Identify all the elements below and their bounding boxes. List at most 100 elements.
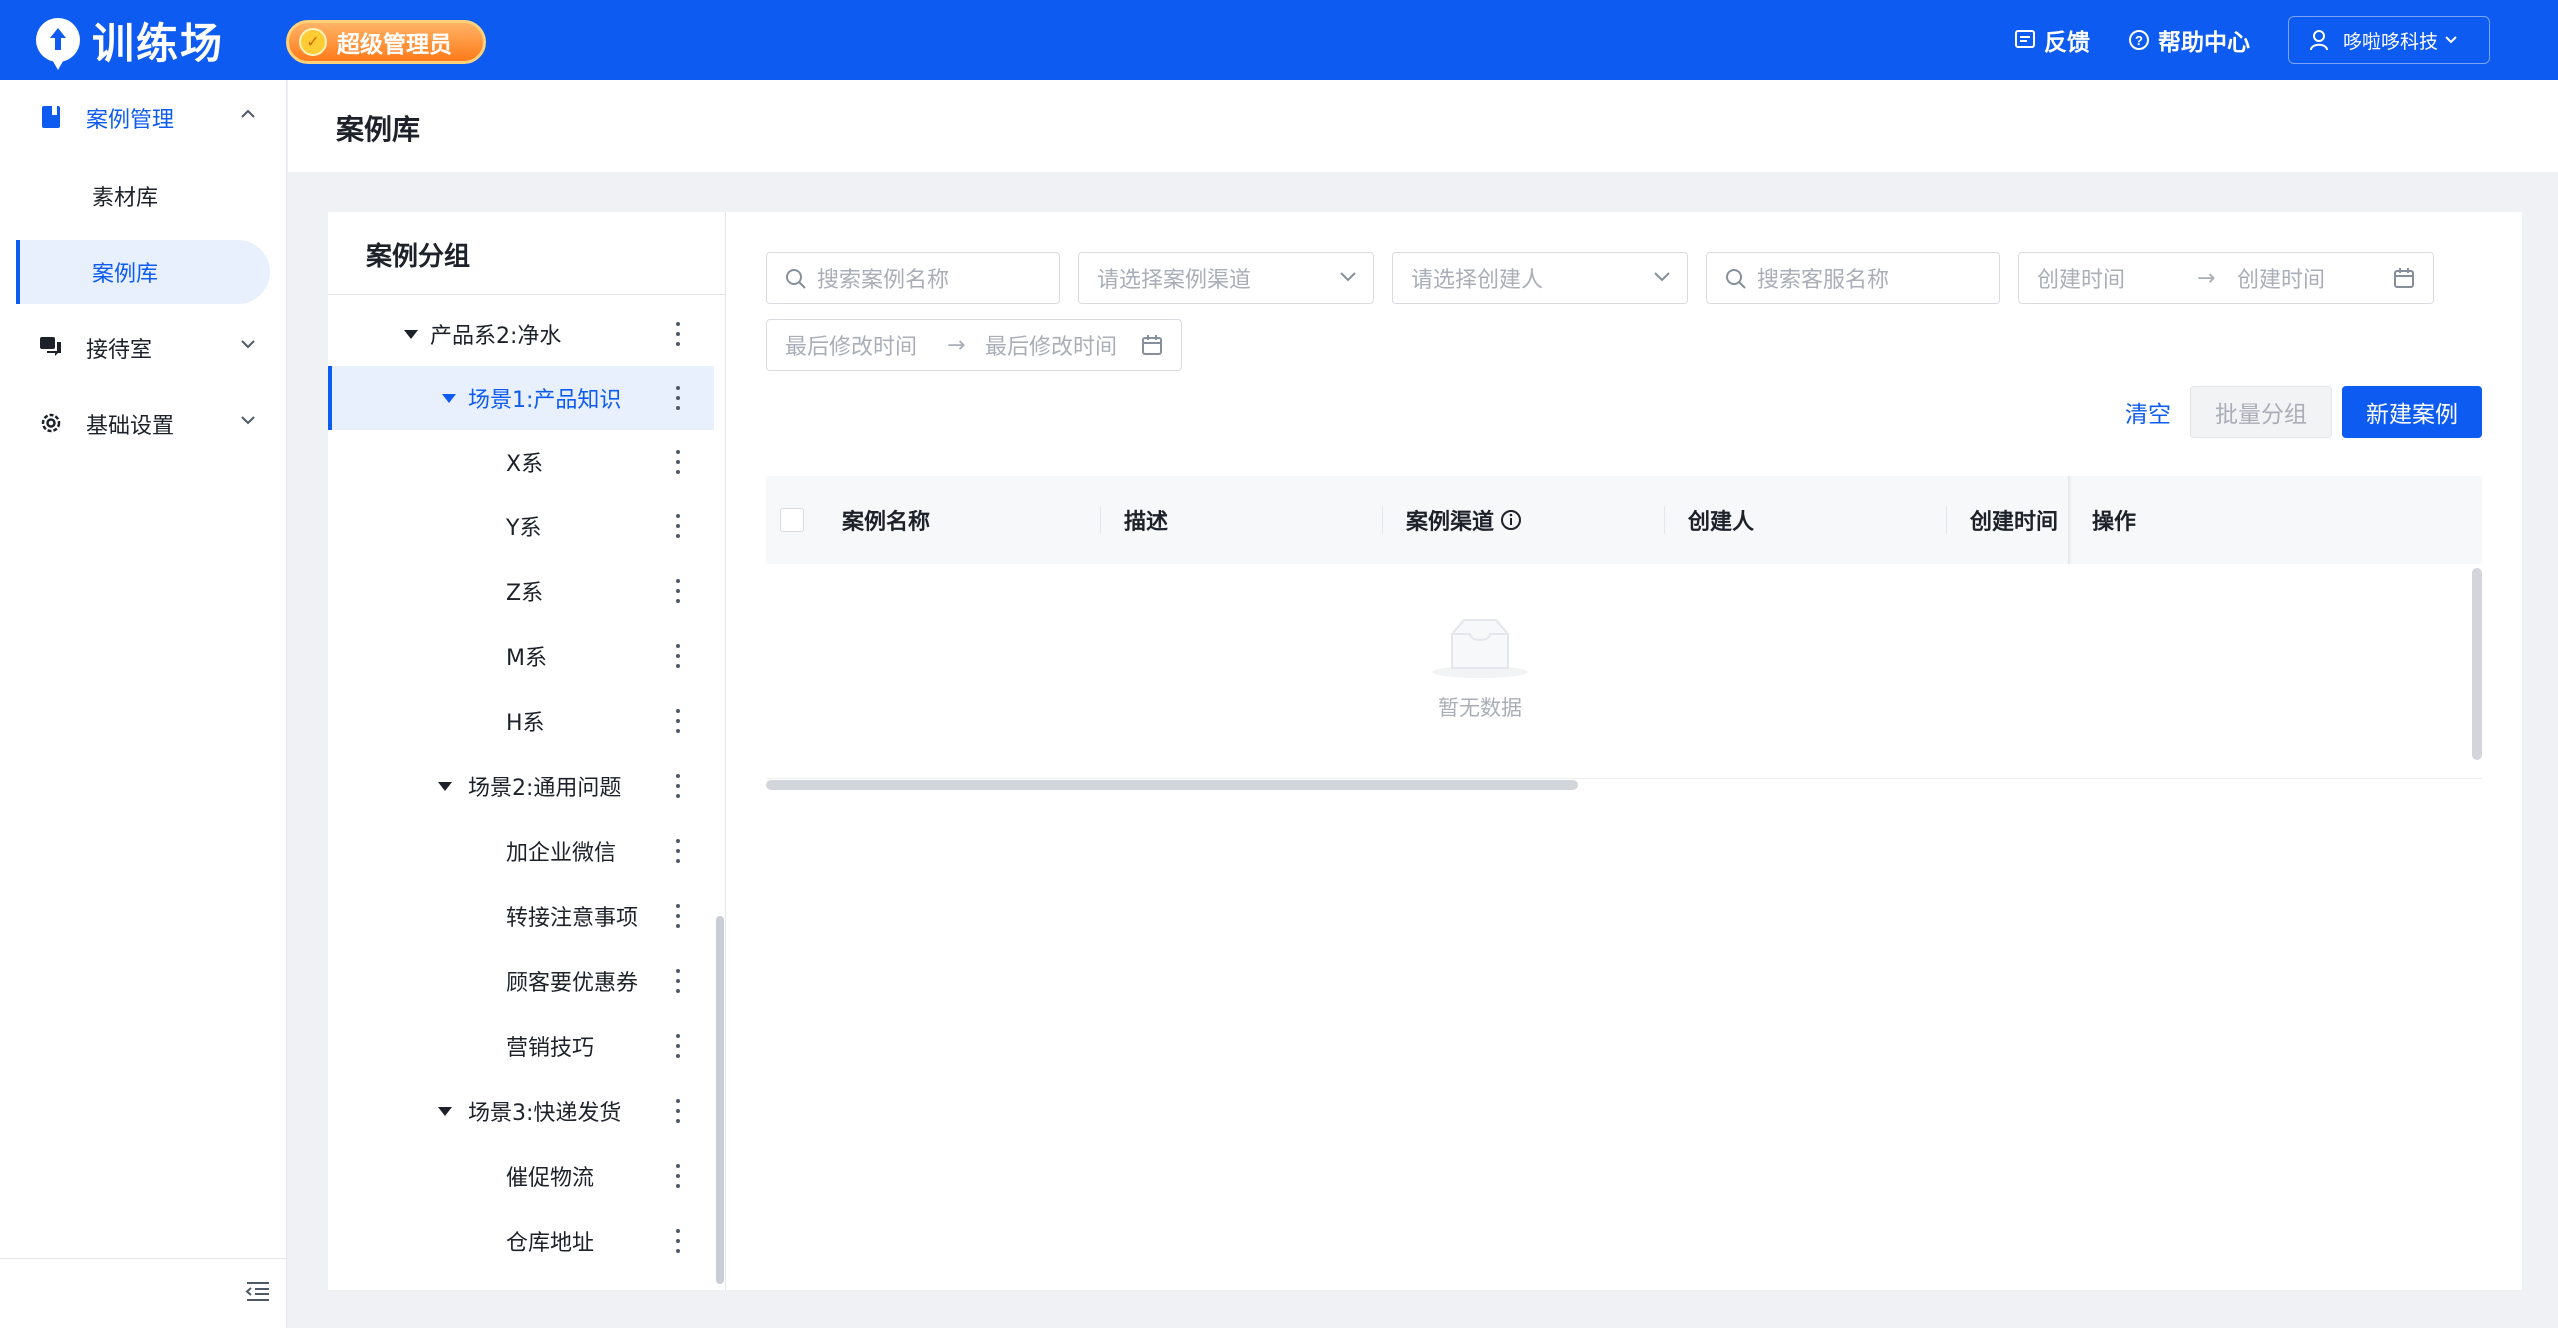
gear-icon — [41, 413, 61, 433]
tree-node[interactable]: 加企业微信 — [328, 819, 714, 883]
sidebar: 案例管理 素材库 案例库 接待室 基础设置 — [0, 80, 287, 1328]
case-name-search-input[interactable]: 搜索案例名称 — [766, 252, 1060, 304]
user-menu[interactable]: 哆啦哆科技 — [2288, 16, 2490, 64]
sidebar-subitem-material-library[interactable]: 素材库 — [0, 158, 287, 234]
logo-text: 训练场 — [92, 18, 225, 68]
column-header-description[interactable]: 描述 — [1124, 476, 1168, 564]
top-header: 训练场 ✓ 超级管理员 反馈 ? 帮助中心 哆啦哆科技 — [0, 0, 2558, 80]
select-all-checkbox[interactable] — [780, 508, 804, 532]
placeholder-text: 搜索案例名称 — [817, 268, 950, 293]
caret-down-icon[interactable] — [438, 1107, 452, 1116]
sidebar-subitem-case-library[interactable]: 案例库 — [16, 240, 270, 304]
table-vertical-scrollbar[interactable] — [2472, 568, 2482, 760]
sidebar-subitem-label: 素材库 — [92, 186, 159, 211]
chevron-down-icon — [241, 340, 255, 349]
content-card: 案例分组 产品系2:净水 场景1:产品知识 X系 Y系 Z系 M系 H系 场景2… — [328, 212, 2522, 1290]
column-divider — [1382, 506, 1383, 534]
created-time-range-picker[interactable]: 创建时间 → 创建时间 — [2018, 252, 2434, 304]
chevron-down-icon — [241, 416, 255, 425]
tree-node-label: 场景1:产品知识 — [468, 388, 622, 413]
column-divider — [1664, 506, 1665, 534]
batch-group-button[interactable]: 批量分组 — [2190, 386, 2332, 438]
agent-name-search-input[interactable]: 搜索客服名称 — [1706, 252, 2000, 304]
caret-down-icon[interactable] — [438, 782, 452, 791]
channel-select[interactable]: 请选择案例渠道 — [1078, 252, 1374, 304]
range-arrow-icon: → — [947, 332, 966, 358]
sidebar-item-label: 基础设置 — [86, 414, 175, 439]
more-vertical-icon[interactable] — [676, 904, 682, 928]
calendar-icon — [2394, 268, 2414, 288]
column-divider — [1100, 506, 1101, 534]
more-vertical-icon[interactable] — [676, 1229, 682, 1253]
column-header-creator[interactable]: 创建人 — [1688, 476, 1754, 564]
info-icon[interactable] — [1500, 509, 1522, 531]
tree-node[interactable]: X系 — [328, 430, 714, 494]
tree-scrollbar[interactable] — [716, 916, 724, 1284]
tree-node[interactable]: 顾客要优惠券 — [328, 949, 714, 1013]
more-vertical-icon[interactable] — [676, 322, 682, 346]
tree-node[interactable]: 场景2:通用问题 — [328, 754, 714, 818]
tree-node-label: 产品系2:净水 — [430, 324, 562, 349]
more-vertical-icon[interactable] — [676, 969, 682, 993]
feedback-icon — [2015, 30, 2035, 48]
sidebar-item-label: 接待室 — [86, 338, 153, 363]
tree-node[interactable]: Z系 — [328, 559, 714, 623]
more-vertical-icon[interactable] — [676, 1034, 682, 1058]
placeholder-text: 搜索客服名称 — [1757, 268, 1890, 293]
empty-text: 暂无数据 — [1438, 696, 1522, 720]
more-vertical-icon[interactable] — [676, 514, 682, 538]
more-vertical-icon[interactable] — [676, 774, 682, 798]
more-vertical-icon[interactable] — [676, 1099, 682, 1123]
tree-node-label: M系 — [506, 646, 547, 671]
tree-node[interactable]: 产品系2:净水 — [328, 302, 714, 366]
app-logo[interactable]: 训练场 — [36, 14, 224, 68]
tree-node-label: Z系 — [506, 581, 544, 606]
tree-node[interactable]: 转接注意事项 — [328, 884, 714, 948]
tree-node[interactable]: 营销技巧 — [328, 1014, 714, 1078]
column-header-channel[interactable]: 案例渠道 — [1406, 476, 1522, 564]
tree-node[interactable]: 场景3:快递发货 — [328, 1079, 714, 1143]
placeholder-text: 请选择创建人 — [1411, 268, 1544, 293]
collapse-sidebar-icon[interactable] — [243, 1279, 271, 1303]
tree-node-label: H系 — [506, 711, 545, 736]
column-header-label: 案例渠道 — [1406, 510, 1495, 535]
tree-node[interactable]: H系 — [328, 689, 714, 753]
creator-select[interactable]: 请选择创建人 — [1392, 252, 1688, 304]
new-case-button[interactable]: 新建案例 — [2342, 386, 2482, 438]
more-vertical-icon[interactable] — [676, 579, 682, 603]
tree-node[interactable]: 催促物流 — [328, 1144, 714, 1208]
tree-node[interactable]: 仓库地址 — [328, 1209, 714, 1273]
search-icon — [1726, 269, 1746, 289]
more-vertical-icon[interactable] — [676, 644, 682, 668]
tree-node[interactable]: M系 — [328, 624, 714, 688]
sidebar-item-reception-room[interactable]: 接待室 — [0, 310, 287, 386]
tree-node[interactable]: 场景1:产品知识 — [328, 366, 714, 430]
column-header-created-time[interactable]: 创建时间 — [1970, 476, 2058, 564]
sidebar-item-basic-settings[interactable]: 基础设置 — [0, 386, 287, 462]
more-vertical-icon[interactable] — [676, 1164, 682, 1188]
feedback-link[interactable]: 反馈 — [2014, 23, 2090, 57]
sidebar-item-case-management[interactable]: 案例管理 — [0, 80, 287, 156]
modified-time-range-picker[interactable]: 最后修改时间 → 最后修改时间 — [766, 319, 1182, 371]
tree-node-label: 营销技巧 — [506, 1036, 595, 1061]
column-header-case-name[interactable]: 案例名称 — [842, 476, 930, 564]
user-name: 哆啦哆科技 — [2343, 30, 2439, 53]
created-end-placeholder: 创建时间 — [2237, 268, 2326, 293]
divider — [328, 294, 726, 295]
caret-down-icon[interactable] — [442, 394, 456, 403]
clear-button[interactable]: 清空 — [2098, 386, 2198, 438]
table-horizontal-scrollbar[interactable] — [766, 780, 1578, 790]
title-bar: 案例库 — [288, 80, 2558, 172]
more-vertical-icon[interactable] — [676, 386, 682, 410]
more-vertical-icon[interactable] — [676, 450, 682, 474]
created-start-placeholder: 创建时间 — [2037, 268, 2126, 293]
page-title: 案例库 — [336, 113, 421, 146]
caret-down-icon[interactable] — [404, 330, 418, 339]
sidebar-subitem-label: 案例库 — [92, 262, 159, 287]
more-vertical-icon[interactable] — [676, 839, 682, 863]
placeholder-text: 请选择案例渠道 — [1097, 268, 1252, 293]
tree-node[interactable]: Y系 — [328, 494, 714, 558]
help-center-link[interactable]: ? 帮助中心 — [2128, 23, 2250, 57]
more-vertical-icon[interactable] — [676, 709, 682, 733]
tree-node-label: 顾客要优惠券 — [506, 971, 639, 996]
